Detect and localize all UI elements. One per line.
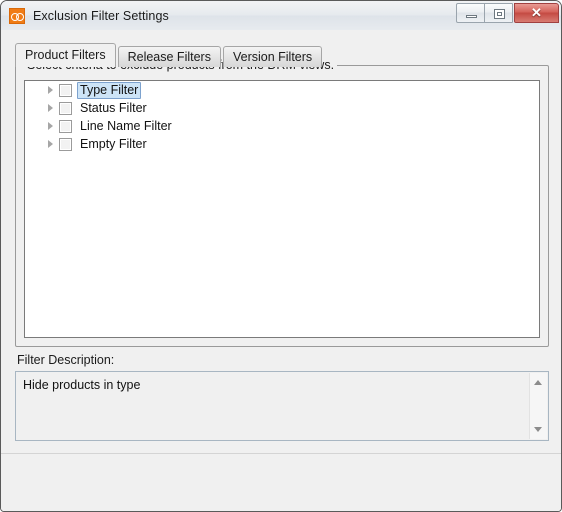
tree-item-label: Empty Filter (80, 136, 147, 151)
filter-description-text: Hide products in type (23, 378, 141, 392)
expand-arrow-icon[interactable] (43, 81, 59, 99)
tab-product-filters[interactable]: Product Filters (15, 43, 116, 67)
tree-item-label: Type Filter (77, 81, 142, 99)
criteria-group: Select criteria to exclude products from… (15, 58, 549, 347)
filter-description-box[interactable]: Hide products in type (15, 371, 549, 441)
maximize-icon (494, 9, 505, 19)
tree-item-empty-filter[interactable]: Empty Filter (25, 135, 539, 153)
expand-arrow-icon[interactable] (43, 117, 59, 135)
tree-item-line-name-filter[interactable]: Line Name Filter (25, 117, 539, 135)
window-controls: ✕ (456, 3, 559, 23)
dialog-window: Exclusion Filter Settings ✕ Product Filt… (0, 0, 562, 512)
checkbox-status-filter[interactable] (59, 101, 72, 115)
expand-arrow-icon[interactable] (43, 99, 59, 117)
close-button[interactable]: ✕ (514, 3, 559, 23)
checkbox-empty-filter[interactable] (59, 137, 72, 151)
title-bar[interactable]: Exclusion Filter Settings ✕ (1, 1, 561, 30)
tree-item-type-filter[interactable]: Type Filter (25, 81, 539, 99)
minimize-icon (466, 15, 477, 18)
description-scrollbar[interactable] (529, 373, 547, 439)
tab-version-filters[interactable]: Version Filters (222, 46, 323, 67)
expand-arrow-icon[interactable] (43, 135, 59, 153)
filters-tree[interactable]: Type Filter Status Filter Line Name Filt… (24, 80, 540, 338)
scroll-down-icon[interactable] (530, 421, 547, 438)
maximize-button[interactable] (484, 3, 513, 23)
tree-item-label: Status Filter (80, 100, 147, 115)
tab-folder: Product Filters Release Filters Version … (15, 43, 549, 67)
scroll-up-icon[interactable] (530, 374, 547, 391)
tab-release-filters[interactable]: Release Filters (117, 46, 221, 67)
tree-item-status-filter[interactable]: Status Filter (25, 99, 539, 117)
checkbox-type-filter[interactable] (59, 83, 72, 97)
checkbox-line-name-filter[interactable] (59, 119, 72, 133)
close-icon: ✕ (531, 5, 542, 20)
filter-description-label: Filter Description: (17, 353, 115, 367)
app-logo-icon (9, 7, 25, 24)
window-title: Exclusion Filter Settings (33, 8, 169, 23)
tree-item-label: Line Name Filter (80, 118, 172, 133)
button-bar: ? OK Cancel (1, 454, 561, 511)
minimize-button[interactable] (456, 3, 485, 23)
dialog-body: Exclusion Filter Settings ✕ Product Filt… (1, 1, 561, 511)
tab-strip: Product Filters Release Filters Version … (15, 43, 549, 67)
